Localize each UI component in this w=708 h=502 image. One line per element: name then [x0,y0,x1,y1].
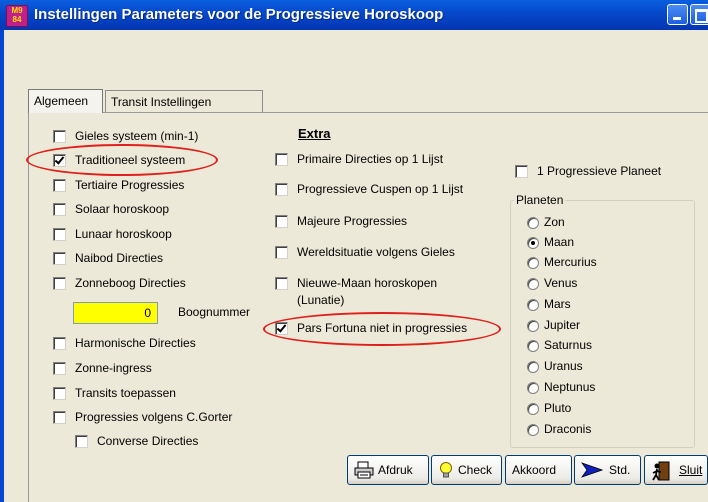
planeten-group-title: Planeten [514,193,566,207]
extra-heading: Extra [298,126,331,141]
boognummer-label: Boognummer [178,305,251,319]
checkbox-box[interactable] [275,215,288,228]
app-icon[interactable]: M9 84 [6,5,28,27]
checkbox-box[interactable] [515,165,528,178]
tab-algemeen[interactable]: Algemeen [28,89,103,113]
checkbox-box[interactable] [75,435,88,448]
window-title: Instellingen Parameters voor de Progress… [34,6,444,23]
radio-circle[interactable] [527,361,539,373]
radio-circle[interactable] [527,382,539,394]
exit-icon [651,461,673,491]
checkbox-box[interactable] [53,228,66,241]
radio-circle[interactable] [527,217,539,229]
checkbox-box[interactable] [53,179,66,192]
checkbox-box[interactable] [53,411,66,424]
window-frame [0,30,4,502]
checkbox-box[interactable] [53,130,66,143]
checkbox-box[interactable] [275,322,288,335]
radio-circle[interactable] [527,278,539,290]
check-button[interactable]: Check [431,455,502,485]
radio-circle[interactable] [527,403,539,415]
checkbox-box[interactable] [53,252,66,265]
radio-circle[interactable] [527,424,539,436]
printer-icon [354,461,374,489]
lunatie-label: (Lunatie) [297,293,345,307]
akkoord-button[interactable]: Akkoord [505,455,572,485]
checkbox-box[interactable] [275,246,288,259]
boognummer-input[interactable]: 0 [73,302,158,324]
radio-circle[interactable] [527,340,539,352]
title-bar: M9 84 Instellingen Parameters voor de Pro… [0,0,708,30]
checkbox-box[interactable] [53,387,66,400]
sluit-button[interactable]: Sluit [644,455,708,485]
lightbulb-icon [438,461,454,489]
tab-transit-instellingen[interactable]: Transit Instellingen [105,90,263,112]
radio-circle[interactable] [527,320,539,332]
afdruk-button[interactable]: Afdruk [347,455,429,485]
arrow-icon [580,461,604,489]
radio-circle[interactable] [527,257,539,269]
checkbox-box[interactable] [275,277,288,290]
checkbox-box[interactable] [53,362,66,375]
checkbox-box[interactable] [53,203,66,216]
checkbox-box[interactable] [275,153,288,166]
std-button[interactable]: Std. [574,455,641,485]
minimize-button[interactable] [667,4,688,25]
radio-circle[interactable] [527,237,539,249]
maximize-button[interactable] [690,4,708,25]
checkbox-box[interactable] [53,337,66,350]
checkbox-box[interactable] [53,277,66,290]
checkbox-box[interactable] [275,183,288,196]
checkbox-box[interactable] [53,154,66,167]
radio-circle[interactable] [527,299,539,311]
